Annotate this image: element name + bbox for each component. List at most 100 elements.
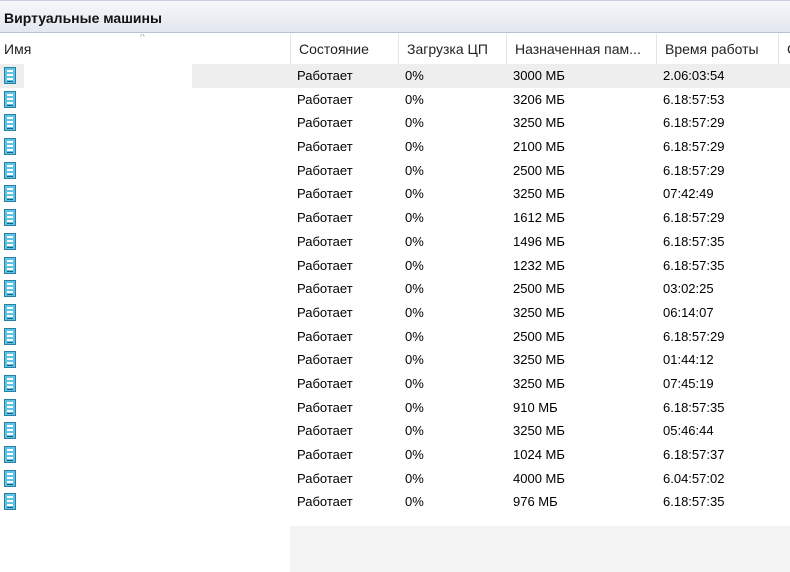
vm-memory: 1024 МБ — [513, 447, 565, 462]
virtual-machine-icon — [4, 256, 16, 274]
vm-state: Работает — [297, 162, 353, 178]
vm-uptime: 05:46:44 — [663, 423, 714, 439]
vm-memory: 3250 МБ — [513, 352, 565, 368]
vm-memory: 3250 МБ — [513, 304, 565, 320]
virtual-machine-icon — [4, 469, 16, 487]
vm-memory: 3250 МБ — [513, 423, 565, 439]
vm-uptime: 6.18:57:29 — [663, 328, 725, 344]
vm-uptime: 06:14:07 — [663, 304, 714, 320]
virtual-machine-icon — [4, 327, 16, 345]
vm-cpu: 0% — [405, 423, 424, 439]
vm-state: Работает — [297, 423, 353, 439]
sort-ascending-icon: ^ — [140, 34, 145, 43]
column-header-extra[interactable]: С — [778, 34, 790, 64]
column-header-name-label: Имя — [4, 41, 32, 57]
column-header-state[interactable]: Состояние — [290, 34, 398, 64]
vm-cpu: 0% — [405, 447, 424, 462]
virtual-machine-icon — [4, 280, 16, 298]
vm-memory: 3250 МБ — [513, 375, 565, 391]
vm-cpu: 0% — [405, 233, 424, 249]
vm-uptime: 07:45:19 — [663, 375, 714, 391]
column-header-name[interactable]: ^ Имя — [0, 34, 290, 64]
column-header-uptime[interactable]: Время работы — [656, 34, 778, 64]
vm-cpu: 0% — [405, 399, 424, 415]
vm-memory: 1496 МБ — [513, 233, 565, 249]
column-header-row: ^ Имя Состояние Загрузка ЦП Назначенная … — [0, 34, 790, 64]
vm-cpu: 0% — [405, 162, 424, 178]
column-header-cpu[interactable]: Загрузка ЦП — [398, 34, 506, 64]
virtual-machine-icon — [4, 232, 16, 250]
list-empty-area-right — [290, 526, 790, 572]
virtual-machine-icon — [4, 209, 16, 227]
vm-state: Работает — [297, 470, 353, 486]
column-header-memory-label: Назначенная пам... — [515, 41, 641, 57]
panel-title: Виртуальные машины — [4, 10, 162, 26]
vm-uptime: 6.18:57:29 — [663, 115, 725, 131]
vm-uptime: 01:44:12 — [663, 352, 714, 368]
vm-uptime: 6.18:57:37 — [663, 447, 725, 462]
vm-state: Работает — [297, 304, 353, 320]
vm-state: Работает — [297, 281, 353, 297]
virtual-machine-icon — [4, 138, 16, 156]
column-header-memory[interactable]: Назначенная пам... — [506, 34, 656, 64]
vm-cpu: 0% — [405, 375, 424, 391]
vm-uptime: 6.18:57:35 — [663, 494, 725, 510]
virtual-machine-icon — [4, 185, 16, 203]
vm-state: Работает — [297, 375, 353, 391]
vm-cpu: 0% — [405, 210, 424, 226]
vm-cpu: 0% — [405, 304, 424, 320]
virtual-machine-icon — [4, 303, 16, 321]
vm-memory: 2500 МБ — [513, 162, 565, 178]
vm-uptime: 6.04:57:02 — [663, 470, 725, 486]
vm-cpu: 0% — [405, 68, 424, 83]
vm-cpu: 0% — [405, 494, 424, 510]
vm-cpu: 0% — [405, 352, 424, 368]
vm-uptime: 6.18:57:29 — [663, 210, 725, 226]
vm-memory: 3250 МБ — [513, 186, 565, 202]
redacted-names-area — [24, 64, 192, 526]
vm-state: Работает — [297, 115, 353, 131]
vm-state: Работает — [297, 139, 353, 155]
vm-state: Работает — [297, 186, 353, 202]
vm-uptime: 6.18:57:35 — [663, 233, 725, 249]
vm-cpu: 0% — [405, 328, 424, 344]
column-header-state-label: Состояние — [299, 41, 369, 57]
vm-cpu: 0% — [405, 281, 424, 297]
vm-state: Работает — [297, 91, 353, 107]
panel-header: Виртуальные машины — [0, 0, 790, 33]
vm-uptime: 6.18:57:29 — [663, 139, 725, 155]
list-empty-area — [0, 526, 290, 572]
vm-state: Работает — [297, 447, 353, 462]
vm-cpu: 0% — [405, 257, 424, 273]
vm-uptime: 03:02:25 — [663, 281, 714, 297]
vm-uptime: 6.18:57:35 — [663, 399, 725, 415]
column-header-cpu-label: Загрузка ЦП — [407, 41, 488, 57]
vm-memory: 4000 МБ — [513, 470, 565, 486]
vm-memory: 3000 МБ — [513, 68, 565, 83]
vm-state: Работает — [297, 257, 353, 273]
virtual-machine-icon — [4, 398, 16, 416]
virtual-machine-icon — [4, 374, 16, 392]
vm-cpu: 0% — [405, 139, 424, 155]
vm-memory: 1232 МБ — [513, 257, 565, 273]
virtual-machine-icon — [4, 422, 16, 440]
vm-memory: 2100 МБ — [513, 139, 565, 155]
vm-uptime: 07:42:49 — [663, 186, 714, 202]
virtual-machine-icon — [4, 67, 16, 84]
vm-uptime: 6.18:57:53 — [663, 91, 725, 107]
virtual-machine-icon — [4, 493, 16, 511]
virtual-machine-icon — [4, 351, 16, 369]
virtual-machine-icon — [4, 161, 16, 179]
vm-state: Работает — [297, 328, 353, 344]
vm-memory: 2500 МБ — [513, 281, 565, 297]
vm-cpu: 0% — [405, 115, 424, 131]
vm-memory: 3250 МБ — [513, 115, 565, 131]
vm-cpu: 0% — [405, 470, 424, 486]
vm-memory: 1612 МБ — [513, 210, 565, 226]
vm-state: Работает — [297, 494, 353, 510]
vm-memory: 910 МБ — [513, 399, 558, 415]
virtual-machine-icon — [4, 90, 16, 108]
vm-state: Работает — [297, 399, 353, 415]
vm-state: Работает — [297, 68, 353, 83]
vm-cpu: 0% — [405, 186, 424, 202]
